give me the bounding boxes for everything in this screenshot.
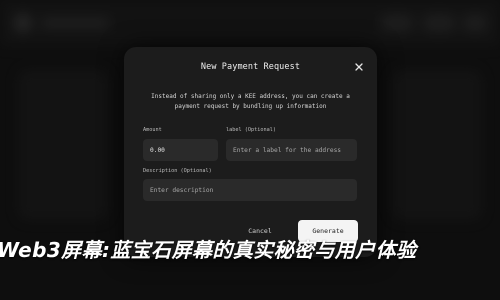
background-logo	[14, 14, 32, 32]
background-topbar	[0, 0, 500, 46]
description-input[interactable]: Enter description	[143, 179, 357, 201]
background-button	[422, 14, 456, 32]
label-input[interactable]: Enter a label for the address	[226, 139, 357, 161]
close-icon	[355, 63, 363, 71]
label-field-label: label (Optional)	[226, 127, 276, 133]
background-button	[380, 14, 414, 32]
amount-label: Amount	[143, 127, 162, 133]
background-card	[18, 70, 108, 220]
screen: New Payment Request Instead of sharing o…	[0, 0, 500, 300]
amount-input[interactable]: 0.00	[143, 139, 218, 161]
background-title	[40, 17, 110, 29]
headline-overlay: Web3屏幕:蓝宝石屏幕的真实秘密与用户体验	[0, 238, 417, 262]
background-button	[462, 14, 488, 32]
modal-title: New Payment Request	[200, 62, 301, 72]
close-button[interactable]	[353, 61, 365, 73]
modal-description: Instead of sharing only a KEE address, y…	[151, 93, 350, 110]
description-field-label: Description (Optional)	[143, 168, 212, 174]
background-card	[392, 70, 482, 220]
